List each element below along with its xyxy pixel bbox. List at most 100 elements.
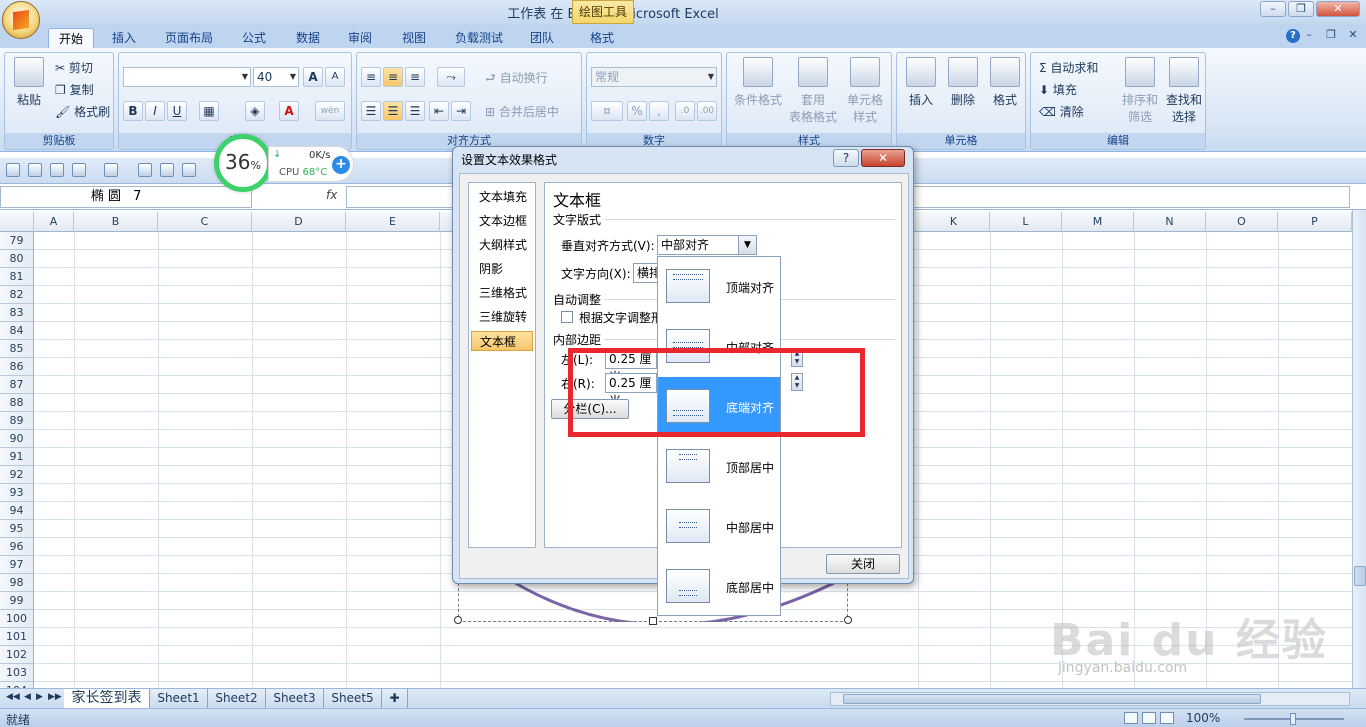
row-header[interactable]: 96 [0,538,34,556]
page-layout-view-icon[interactable] [1142,712,1156,724]
column-header[interactable]: K [918,212,990,232]
row-header[interactable]: 82 [0,286,34,304]
row-header[interactable]: 87 [0,376,34,394]
fill-color-button[interactable]: ◈ [245,101,265,121]
accounting-button[interactable]: ¤ [591,101,623,121]
row-header[interactable]: 85 [0,340,34,358]
format-cells-button[interactable]: 格式 [983,57,1027,108]
dialog-help-button[interactable]: ? [833,149,859,167]
row-header[interactable]: 95 [0,520,34,538]
sort-filter-button[interactable]: 排序和 筛选 [1115,57,1165,125]
wrap-text-button[interactable]: ⮐ 自动换行 [485,69,548,90]
list-icon[interactable] [182,163,196,177]
resize-handle[interactable] [454,616,462,624]
orientation-button[interactable]: ⤳ [437,67,465,87]
row-header[interactable]: 79 [0,232,34,250]
comma-button[interactable]: , [649,101,669,121]
new-sheet-icon[interactable]: ✚ [382,689,408,708]
number-format-combo[interactable]: 常规 ▼ [591,67,717,87]
decrease-indent-button[interactable]: ⇤ [429,101,449,121]
align-top-button[interactable]: ≡ [361,67,381,87]
find-select-button[interactable]: 查找和 选择 [1159,57,1209,125]
row-header[interactable]: 101 [0,628,34,646]
nav-item-outline-style[interactable]: 大纲样式 [471,235,533,255]
row-header[interactable]: 84 [0,322,34,340]
column-header[interactable]: B [74,212,158,232]
increase-indent-button[interactable]: ⇥ [451,101,471,121]
row-header[interactable]: 103 [0,664,34,682]
tab-data[interactable]: 数据 [286,28,330,48]
percent-button[interactable]: % [627,101,647,121]
nav-item-shadow[interactable]: 阴影 [471,259,533,279]
merge-center-button[interactable]: ⊞ 合并后居中 [485,103,559,120]
column-header[interactable]: O [1206,212,1278,232]
dropdown-option-bottom-centered[interactable]: 底部居中 [658,557,780,617]
select-all-corner[interactable] [0,212,34,232]
align-center-button[interactable]: ☰ [383,101,403,121]
performance-widget[interactable]: 36% ↓ 0K/s CPU 68°C + [214,134,358,192]
dialog-close-x-button[interactable]: ✕ [861,149,905,167]
open-icon[interactable] [28,163,42,177]
doc-minimize-button[interactable]: – [1302,28,1316,42]
cut-button[interactable]: ✂ 剪切 [55,59,93,76]
table-icon[interactable] [160,163,174,177]
normal-view-icon[interactable] [1124,712,1138,724]
row-header[interactable]: 94 [0,502,34,520]
row-header[interactable]: 93 [0,484,34,502]
horizontal-scroll-thumb[interactable] [843,694,1261,704]
align-right-button[interactable]: ☰ [405,101,425,121]
align-bottom-button[interactable]: ≡ [405,67,425,87]
row-header[interactable]: 88 [0,394,34,412]
last-sheet-icon[interactable]: ▶▶ [48,692,62,702]
resize-handle[interactable] [649,617,657,625]
minimize-button[interactable]: – [1260,1,1286,17]
row-header[interactable]: 100 [0,610,34,628]
shrink-font-button[interactable]: A [325,67,345,87]
nav-item-3d-rotation[interactable]: 三维旋转 [471,307,533,327]
dropdown-option-middle-centered[interactable]: 中部居中 [658,497,780,557]
row-header[interactable]: 91 [0,448,34,466]
phonetic-button[interactable]: wén [315,101,345,121]
chevron-down-icon[interactable]: ▼ [738,236,756,254]
column-header[interactable]: M [1062,212,1134,232]
tab-insert[interactable]: 插入 [102,28,146,48]
paste-button[interactable]: 粘贴 [7,57,51,108]
row-header[interactable]: 89 [0,412,34,430]
drawing-tools-context-tab[interactable]: 绘图工具 [572,0,634,24]
tab-view[interactable]: 视图 [392,28,436,48]
clear-button[interactable]: ⌫ 清除 [1039,103,1084,120]
autosum-button[interactable]: Σ 自动求和 [1039,59,1098,76]
nav-item-text-fill[interactable]: 文本填充 [471,187,533,207]
doc-restore-button[interactable]: ❐ [1324,28,1338,42]
nav-item-3d-format[interactable]: 三维格式 [471,283,533,303]
column-header[interactable]: C [158,212,252,232]
sheet-tab[interactable]: Sheet2 [208,689,266,708]
tab-page-layout[interactable]: 页面布局 [156,28,222,48]
close-button[interactable]: 关闭 [826,554,900,574]
row-header[interactable]: 99 [0,592,34,610]
print-preview-icon[interactable] [50,163,64,177]
tab-home[interactable]: 开始 [48,28,94,48]
function-icon[interactable] [138,163,152,177]
fill-button[interactable]: ⬇ 填充 [1039,81,1077,98]
tab-team[interactable]: 团队 [520,28,564,48]
page-break-view-icon[interactable] [1160,712,1174,724]
row-header[interactable]: 97 [0,556,34,574]
autofit-checkbox[interactable] [561,311,573,323]
decrease-decimal-button[interactable]: .00 [697,101,717,121]
vertical-scrollbar[interactable] [1352,210,1366,688]
sheet-tab[interactable]: Sheet3 [266,689,324,708]
restore-button[interactable]: ❐ [1288,1,1314,17]
horizontal-scrollbar[interactable] [830,692,1350,706]
font-color-button[interactable]: A [279,101,299,121]
align-left-button[interactable]: ☰ [361,101,381,121]
delete-cells-button[interactable]: 删除 [941,57,985,108]
sheet-tab[interactable]: Sheet1 [150,689,208,708]
doc-close-button[interactable]: ✕ [1346,28,1360,42]
dropdown-option-top-centered[interactable]: 顶部居中 [658,437,780,497]
tab-load-test[interactable]: 负载测试 [446,28,512,48]
row-header[interactable]: 81 [0,268,34,286]
underline-button[interactable]: U [167,101,187,121]
tab-review[interactable]: 审阅 [338,28,382,48]
row-header[interactable]: 83 [0,304,34,322]
